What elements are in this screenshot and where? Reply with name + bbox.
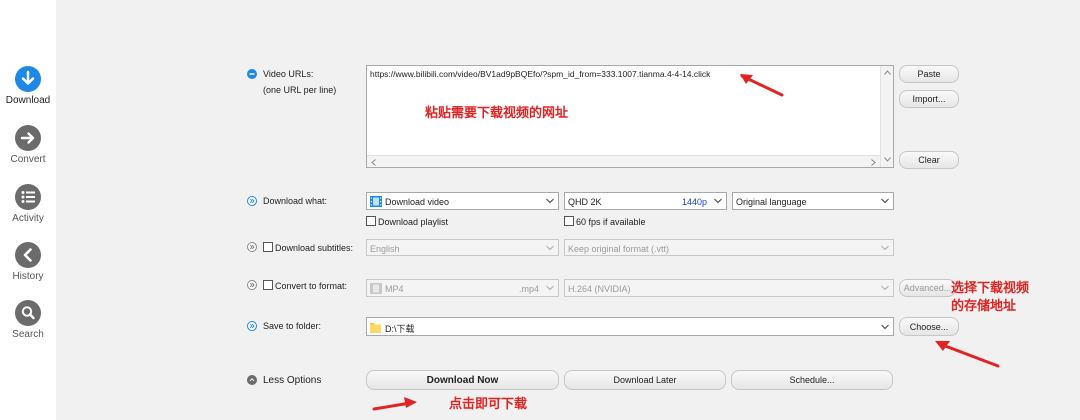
download-type-value: Download video: [385, 197, 450, 207]
film-icon: [370, 196, 382, 207]
sidebar-item-search[interactable]: Search: [0, 300, 56, 340]
sidebar-item-label: Search: [12, 329, 44, 340]
chevron-down-icon: [881, 198, 889, 204]
quality-select[interactable]: QHD 2K 1440p: [564, 192, 727, 210]
chevron-down-icon: [881, 245, 889, 250]
convert-label: Convert to format:: [275, 281, 348, 291]
chevron-down-icon: [714, 198, 722, 204]
expand-subtitles-icon[interactable]: [247, 242, 257, 252]
quality-value: QHD 2K: [568, 197, 602, 207]
expand-download-what-icon[interactable]: [247, 196, 257, 206]
subtitle-language-select[interactable]: English: [366, 239, 559, 256]
download-later-button[interactable]: Download Later: [564, 370, 726, 390]
codec-select[interactable]: H.264 (NVIDIA): [564, 279, 894, 297]
folder-icon: [370, 323, 381, 333]
chevron-down-icon: [546, 198, 554, 204]
folder-hint-annotation-line2: 的存储地址: [951, 298, 1017, 313]
film-icon: [370, 283, 382, 294]
convert-icon: [15, 125, 41, 151]
sidebar-item-download[interactable]: Download: [0, 66, 56, 106]
language-select[interactable]: Original language: [732, 192, 894, 210]
download-now-button[interactable]: Download Now: [366, 370, 559, 390]
folder-hint-annotation-line1: 选择下载视频: [951, 280, 1030, 295]
scroll-down-icon[interactable]: [884, 157, 891, 162]
chevron-down-icon: [546, 245, 554, 250]
sidebar-item-activity[interactable]: Activity: [0, 184, 56, 224]
chevron-down-icon: [546, 285, 554, 291]
scroll-up-icon[interactable]: [884, 70, 891, 75]
search-icon: [15, 300, 41, 326]
convert-checkbox[interactable]: [263, 280, 273, 290]
expand-convert-icon[interactable]: [247, 280, 257, 290]
arrow-icon: [372, 397, 417, 411]
subtitles-label: Download subtitles:: [275, 243, 354, 253]
subtitle-language-value: English: [370, 244, 400, 254]
fps-checkbox[interactable]: [564, 216, 574, 226]
collapse-urls-icon[interactable]: [247, 69, 257, 79]
folder-value: D:\下载: [385, 324, 415, 334]
advanced-button[interactable]: Advanced...: [899, 279, 956, 297]
arrow-icon: [935, 341, 1000, 368]
codec-value: H.264 (NVIDIA): [568, 284, 631, 294]
download-hint-annotation: 点击即可下载: [449, 396, 528, 411]
paste-button[interactable]: Paste: [899, 65, 959, 83]
clear-button[interactable]: Clear: [899, 151, 959, 169]
sidebar-item-history[interactable]: History: [0, 242, 56, 282]
sidebar-item-label: Activity: [12, 213, 44, 224]
less-options-label[interactable]: Less Options: [263, 375, 321, 386]
subtitles-checkbox[interactable]: [263, 242, 273, 252]
fps-label: 60 fps if available: [576, 217, 646, 227]
subtitle-format-value: Keep original format (.vtt): [568, 244, 670, 254]
download-what-label: Download what:: [263, 196, 328, 206]
choose-folder-button[interactable]: Choose...: [899, 317, 959, 336]
urls-horizontal-scrollbar[interactable]: [367, 155, 880, 167]
schedule-button[interactable]: Schedule...: [731, 370, 893, 390]
subtitle-format-select[interactable]: Keep original format (.vtt): [564, 239, 894, 256]
chevron-down-icon: [881, 324, 889, 329]
download-type-select[interactable]: Download video: [366, 192, 559, 210]
urls-sublabel: (one URL per line): [263, 85, 337, 95]
sidebar-item-convert[interactable]: Convert: [0, 125, 56, 165]
download-playlist-label: Download playlist: [378, 217, 449, 227]
sidebar-item-label: Download: [5, 95, 51, 106]
url-text: https://www.bilibili.com/video/BV1ad9pBQ…: [370, 69, 711, 79]
folder-select[interactable]: D:\下载: [366, 317, 894, 336]
convert-format-select[interactable]: MP4 .mp4: [366, 279, 559, 297]
paste-hint-annotation: 粘贴需要下载视频的网址: [425, 105, 569, 120]
urls-label: Video URLs:: [263, 69, 314, 79]
quality-resolution: 1440p: [682, 197, 708, 207]
activity-icon: [15, 184, 41, 210]
download-playlist-checkbox[interactable]: [366, 216, 376, 226]
sidebar-item-label: Convert: [10, 154, 46, 165]
sidebar-item-label: History: [12, 271, 44, 282]
convert-format-value: MP4: [385, 284, 404, 294]
import-button[interactable]: Import...: [899, 90, 959, 108]
urls-vertical-scrollbar[interactable]: [880, 66, 893, 167]
convert-format-ext: .mp4: [519, 284, 540, 294]
chevron-down-icon: [881, 285, 889, 291]
language-value: Original language: [736, 197, 807, 207]
history-icon: [15, 242, 41, 268]
download-icon: [15, 66, 41, 92]
arrow-icon: [740, 74, 784, 97]
save-label: Save to folder:: [263, 321, 322, 331]
scroll-left-icon[interactable]: [371, 159, 376, 166]
sidebar: Download Convert Activity History Search: [0, 0, 56, 420]
expand-save-icon[interactable]: [247, 321, 257, 331]
less-options-icon[interactable]: [247, 375, 257, 385]
scroll-right-icon[interactable]: [871, 159, 876, 166]
